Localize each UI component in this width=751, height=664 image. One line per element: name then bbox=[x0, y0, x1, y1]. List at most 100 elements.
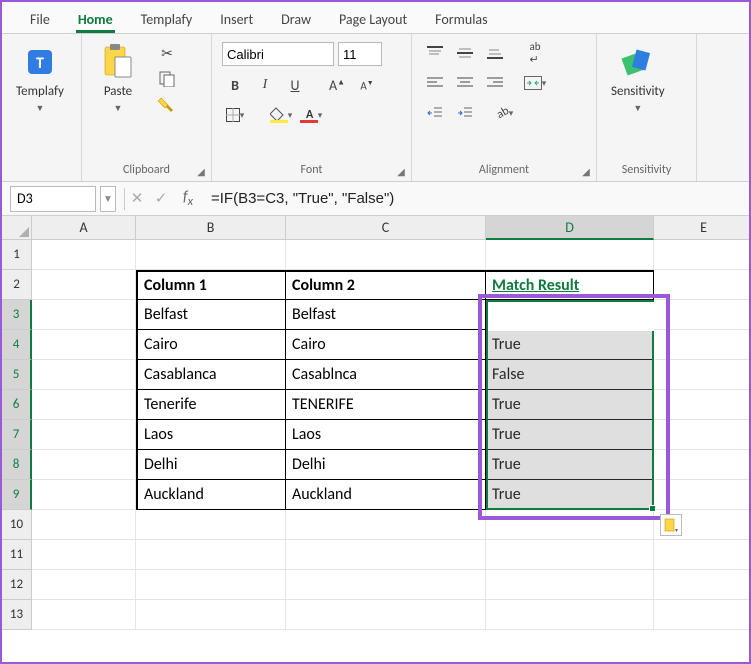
col-header-D[interactable]: D bbox=[486, 216, 654, 240]
cell-D10[interactable] bbox=[486, 510, 654, 540]
cell-D3[interactable]: True bbox=[486, 300, 654, 330]
cell-E8[interactable] bbox=[654, 450, 749, 480]
tab-file[interactable]: File bbox=[16, 5, 64, 33]
format-painter-button[interactable] bbox=[154, 94, 180, 116]
name-box-dropdown[interactable]: ▼ bbox=[100, 186, 116, 212]
align-middle-button[interactable] bbox=[452, 42, 478, 64]
cell-B5[interactable]: Casablanca bbox=[136, 360, 286, 390]
formula-input[interactable] bbox=[203, 186, 749, 212]
insert-function-button[interactable]: fx bbox=[173, 188, 203, 209]
cell-A1[interactable] bbox=[32, 240, 136, 270]
row-header-1[interactable]: 1 bbox=[2, 240, 32, 270]
cell-B1[interactable] bbox=[136, 240, 286, 270]
merge-center-button[interactable]: ▾ bbox=[522, 72, 548, 94]
cell-E11[interactable] bbox=[654, 540, 749, 570]
cell-B13[interactable] bbox=[136, 600, 286, 630]
autofill-options-button[interactable] bbox=[660, 514, 682, 536]
row-header-8[interactable]: 8 bbox=[2, 450, 32, 480]
font-size-select[interactable] bbox=[338, 42, 382, 66]
row-header-9[interactable]: 9 bbox=[2, 480, 32, 510]
cell-E7[interactable] bbox=[654, 420, 749, 450]
font-dialog-launcher[interactable]: ◢ bbox=[394, 164, 408, 178]
select-all-corner[interactable] bbox=[2, 216, 32, 240]
tab-formulas[interactable]: Formulas bbox=[421, 5, 501, 33]
cell-A7[interactable] bbox=[32, 420, 136, 450]
cell-D8[interactable]: True bbox=[486, 450, 654, 480]
row-header-12[interactable]: 12 bbox=[2, 570, 32, 600]
align-top-button[interactable] bbox=[422, 42, 448, 64]
row-header-10[interactable]: 10 bbox=[2, 510, 32, 540]
cell-E13[interactable] bbox=[654, 600, 749, 630]
align-left-button[interactable] bbox=[422, 72, 448, 94]
tab-home[interactable]: Home bbox=[64, 5, 127, 33]
cell-C12[interactable] bbox=[286, 570, 486, 600]
templafy-button[interactable]: T Templafy ▼ bbox=[8, 38, 72, 120]
cell-B7[interactable]: Laos bbox=[136, 420, 286, 450]
cell-C7[interactable]: Laos bbox=[286, 420, 486, 450]
font-color-button[interactable]: A▾ bbox=[298, 104, 324, 126]
cell-E1[interactable] bbox=[654, 240, 749, 270]
align-center-button[interactable] bbox=[452, 72, 478, 94]
alignment-dialog-launcher[interactable]: ◢ bbox=[579, 164, 593, 178]
orientation-button[interactable]: ab▾ bbox=[492, 102, 518, 124]
cell-A9[interactable] bbox=[32, 480, 136, 510]
cell-C4[interactable]: Cairo bbox=[286, 330, 486, 360]
enter-button[interactable]: ✓ bbox=[149, 189, 173, 208]
align-right-button[interactable] bbox=[482, 72, 508, 94]
row-header-2[interactable]: 2 bbox=[2, 270, 32, 300]
cell-A5[interactable] bbox=[32, 360, 136, 390]
cell-C2[interactable]: Column 2 bbox=[286, 270, 486, 300]
row-header-11[interactable]: 11 bbox=[2, 540, 32, 570]
cell-D12[interactable] bbox=[486, 570, 654, 600]
cell-D5[interactable]: False bbox=[486, 360, 654, 390]
cell-D13[interactable] bbox=[486, 600, 654, 630]
cell-C10[interactable] bbox=[286, 510, 486, 540]
shrink-font-button[interactable]: A▼ bbox=[354, 74, 380, 96]
clipboard-dialog-launcher[interactable]: ◢ bbox=[194, 164, 208, 178]
increase-indent-button[interactable] bbox=[452, 102, 478, 124]
col-header-A[interactable]: A bbox=[32, 216, 136, 240]
cell-B8[interactable]: Delhi bbox=[136, 450, 286, 480]
cell-B3[interactable]: Belfast bbox=[136, 300, 286, 330]
cell-C13[interactable] bbox=[286, 600, 486, 630]
cell-E4[interactable] bbox=[654, 330, 749, 360]
row-header-4[interactable]: 4 bbox=[2, 330, 32, 360]
col-header-E[interactable]: E bbox=[654, 216, 749, 240]
cut-button[interactable]: ✂ bbox=[154, 42, 180, 64]
cell-B6[interactable]: Tenerife bbox=[136, 390, 286, 420]
cell-D9[interactable]: True bbox=[486, 480, 654, 510]
cell-E5[interactable] bbox=[654, 360, 749, 390]
row-header-13[interactable]: 13 bbox=[2, 600, 32, 630]
cell-C11[interactable] bbox=[286, 540, 486, 570]
cell-C5[interactable]: Casablnca bbox=[286, 360, 486, 390]
cell-B11[interactable] bbox=[136, 540, 286, 570]
cell-A12[interactable] bbox=[32, 570, 136, 600]
row-header-5[interactable]: 5 bbox=[2, 360, 32, 390]
cell-D11[interactable] bbox=[486, 540, 654, 570]
cell-A11[interactable] bbox=[32, 540, 136, 570]
borders-button[interactable]: ▾ bbox=[222, 104, 248, 126]
row-header-7[interactable]: 7 bbox=[2, 420, 32, 450]
cell-A2[interactable] bbox=[32, 270, 136, 300]
cell-A4[interactable] bbox=[32, 330, 136, 360]
cell-A6[interactable] bbox=[32, 390, 136, 420]
tab-insert[interactable]: Insert bbox=[206, 5, 267, 33]
cell-C3[interactable]: Belfast bbox=[286, 300, 486, 330]
wrap-text-button[interactable]: ab↵ bbox=[522, 42, 548, 64]
name-box[interactable]: D3 bbox=[10, 186, 96, 212]
cell-D7[interactable]: True bbox=[486, 420, 654, 450]
cell-C9[interactable]: Auckland bbox=[286, 480, 486, 510]
cell-B2[interactable]: Column 1 bbox=[136, 270, 286, 300]
cell-E12[interactable] bbox=[654, 570, 749, 600]
worksheet-grid[interactable]: ABCDE12Column 1Column 2Match Result3Belf… bbox=[2, 216, 749, 658]
cell-E9[interactable] bbox=[654, 480, 749, 510]
decrease-indent-button[interactable] bbox=[422, 102, 448, 124]
row-header-6[interactable]: 6 bbox=[2, 390, 32, 420]
cell-D2[interactable]: Match Result bbox=[486, 270, 654, 300]
cell-B4[interactable]: Cairo bbox=[136, 330, 286, 360]
cell-C8[interactable]: Delhi bbox=[286, 450, 486, 480]
col-header-C[interactable]: C bbox=[286, 216, 486, 240]
row-header-3[interactable]: 3 bbox=[2, 300, 32, 330]
cell-C1[interactable] bbox=[286, 240, 486, 270]
cell-B10[interactable] bbox=[136, 510, 286, 540]
